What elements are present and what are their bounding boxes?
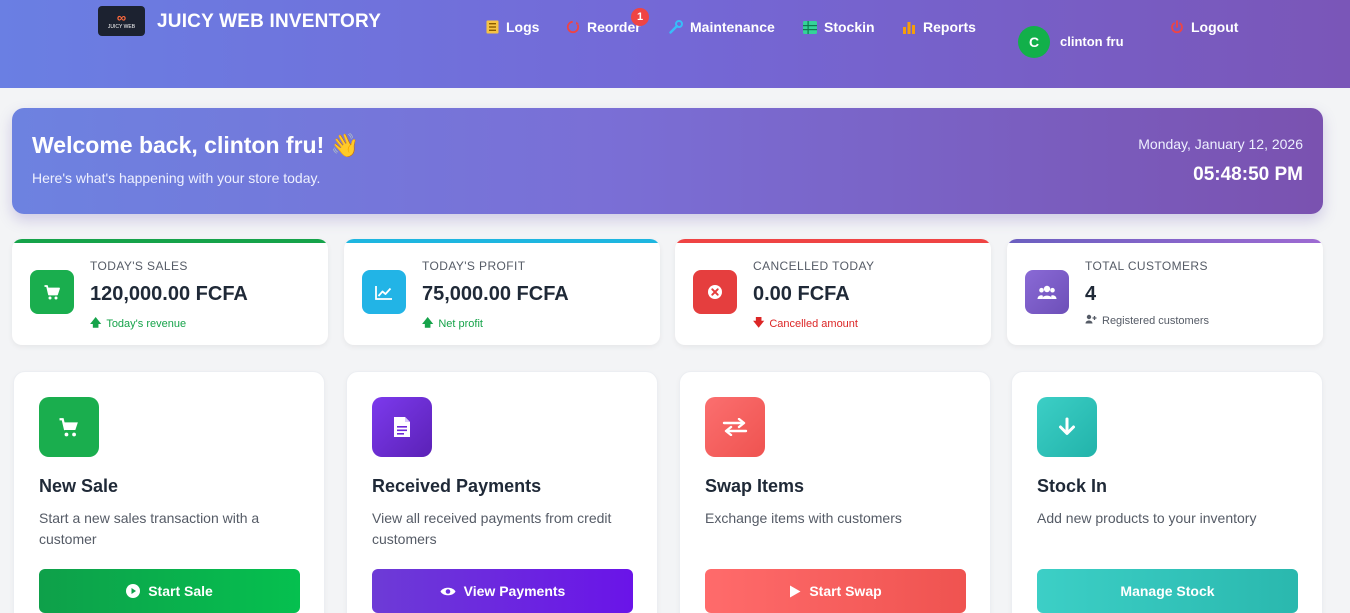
user-plus-icon <box>1085 314 1097 327</box>
action-title: New Sale <box>39 476 119 496</box>
logout-button[interactable]: Logout <box>1170 17 1238 37</box>
cart-icon <box>30 270 74 314</box>
stat-value: 75,000.00 FCFA <box>422 283 569 305</box>
action-card-swap-items: Swap Items Exchange items with customers… <box>679 371 991 613</box>
users-icon <box>1025 270 1069 314</box>
stat-accent-bar <box>12 239 328 243</box>
stat-note: 🡇 Cancelled amount <box>753 314 858 333</box>
nav-stockin-label: Stockin <box>824 19 875 35</box>
nav-reports[interactable]: Reports <box>902 17 976 37</box>
stat-label: TODAY'S SALES <box>90 259 188 273</box>
action-card-new-sale: New Sale Start a new sales transaction w… <box>13 371 325 613</box>
start-sale-button[interactable]: Start Sale <box>39 569 300 613</box>
stat-card-total-customers: TOTAL CUSTOMERS 4 Registered customers <box>1007 239 1323 345</box>
button-label: View Payments <box>463 583 566 599</box>
stat-card-today-sales: TODAY'S SALES 120,000.00 FCFA 🡅 Today's … <box>12 239 328 345</box>
action-description: Add new products to your inventory <box>1037 510 1257 526</box>
list-icon <box>485 20 499 34</box>
arrow-down-icon <box>1037 397 1097 457</box>
action-description: View all received payments from credit c… <box>372 510 612 547</box>
view-payments-button[interactable]: View Payments <box>372 569 633 613</box>
stat-label: TOTAL CUSTOMERS <box>1085 259 1208 273</box>
table-icon <box>803 20 817 34</box>
arrow-up-icon: 🡅 <box>90 317 102 329</box>
action-title: Received Payments <box>372 476 542 496</box>
nav-maintenance[interactable]: Maintenance <box>669 17 775 37</box>
play-icon <box>789 585 801 598</box>
stat-value: 120,000.00 FCFA <box>90 283 248 305</box>
welcome-subtitle: Here's what's happening with your store … <box>32 170 321 186</box>
action-card-received-payments: Received Payments View all received paym… <box>346 371 658 613</box>
action-card-stock-in: Stock In Add new products to your invent… <box>1011 371 1323 613</box>
action-description: Exchange items with customers <box>705 510 902 526</box>
brand-logo[interactable]: ∞ JUICY WEB <box>98 6 145 36</box>
stat-value: 4 <box>1085 283 1097 305</box>
welcome-banner: Welcome back, clinton fru! 👋 Here's what… <box>12 108 1323 214</box>
action-title: Swap Items <box>705 476 805 496</box>
button-label: Start Swap <box>809 583 882 599</box>
logo-text: JUICY WEB <box>107 24 136 30</box>
current-time: 05:48:50 PM <box>1193 164 1303 185</box>
nav-reports-label: Reports <box>923 19 976 35</box>
button-label: Manage Stock <box>1120 583 1215 599</box>
cart-icon <box>39 397 99 457</box>
nav-logs-label: Logs <box>506 19 540 35</box>
nav-maintenance-label: Maintenance <box>690 19 775 35</box>
arrow-up-icon: 🡅 <box>422 317 434 329</box>
stat-note-text: Registered customers <box>1102 314 1209 327</box>
current-date: Monday, January 12, 2026 <box>1138 136 1303 152</box>
stat-accent-bar <box>344 239 660 243</box>
cancel-icon <box>693 270 737 314</box>
reorder-count-badge: 1 <box>631 8 649 26</box>
stat-card-cancelled-today: CANCELLED TODAY 0.00 FCFA 🡇 Cancelled am… <box>675 239 991 345</box>
wrench-icon <box>669 20 683 34</box>
stat-note-text: Cancelled amount <box>769 317 858 330</box>
logout-label: Logout <box>1191 19 1239 35</box>
stat-value: 0.00 FCFA <box>753 283 850 305</box>
swap-arrows-icon <box>705 397 765 457</box>
stat-note: Registered customers <box>1085 314 1209 327</box>
action-title: Stock In <box>1037 476 1108 496</box>
manage-stock-button[interactable]: Manage Stock <box>1037 569 1298 613</box>
stat-card-today-profit: TODAY'S PROFIT 75,000.00 FCFA 🡅 Net prof… <box>344 239 660 345</box>
play-circle-icon <box>126 584 141 598</box>
action-description: Start a new sales transaction with a cus… <box>39 510 260 547</box>
user-name[interactable]: clinton fru <box>1060 34 1124 49</box>
line-chart-icon <box>362 270 406 314</box>
welcome-title: Welcome back, clinton fru! 👋 <box>32 132 360 158</box>
stat-accent-bar <box>675 239 991 243</box>
nav-logs[interactable]: Logs <box>485 17 539 37</box>
stat-label: CANCELLED TODAY <box>753 259 875 273</box>
stat-note-text: Today's revenue <box>106 317 187 330</box>
reorder-icon <box>566 20 580 34</box>
stat-accent-bar <box>1007 239 1323 243</box>
stat-note: 🡅 Net profit <box>422 314 483 333</box>
nav-reorder[interactable]: Reorder <box>566 17 641 37</box>
power-icon <box>1170 20 1184 34</box>
stat-note: 🡅 Today's revenue <box>90 314 186 333</box>
bar-chart-icon <box>902 20 916 34</box>
start-swap-button[interactable]: Start Swap <box>705 569 966 613</box>
arrow-down-icon: 🡇 <box>753 317 765 329</box>
user-avatar[interactable]: C <box>1018 26 1050 58</box>
eye-icon <box>440 586 456 597</box>
document-icon <box>372 397 432 457</box>
stat-label: TODAY'S PROFIT <box>422 259 526 273</box>
infinity-logo-icon: ∞ <box>116 10 127 25</box>
button-label: Start Sale <box>148 583 213 599</box>
top-navbar: ∞ JUICY WEB JUICY WEB INVENTORY Logs Reo… <box>0 0 1350 88</box>
brand-title[interactable]: JUICY WEB INVENTORY <box>157 11 381 33</box>
nav-stockin[interactable]: Stockin <box>803 17 875 37</box>
stat-note-text: Net profit <box>438 317 483 330</box>
